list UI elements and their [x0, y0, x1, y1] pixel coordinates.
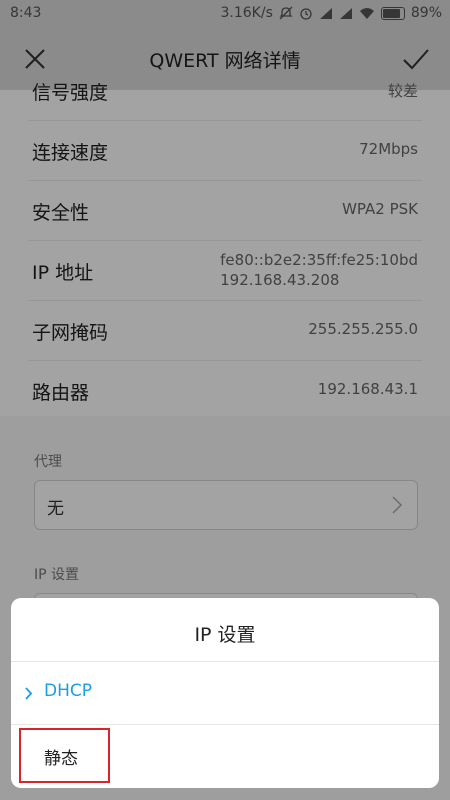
selected-chevron-icon: [25, 687, 33, 700]
option-label: DHCP: [44, 681, 92, 701]
option-dhcp[interactable]: DHCP: [11, 662, 439, 724]
highlight-box: [19, 728, 110, 783]
dialog-title: IP 设置: [194, 624, 256, 646]
